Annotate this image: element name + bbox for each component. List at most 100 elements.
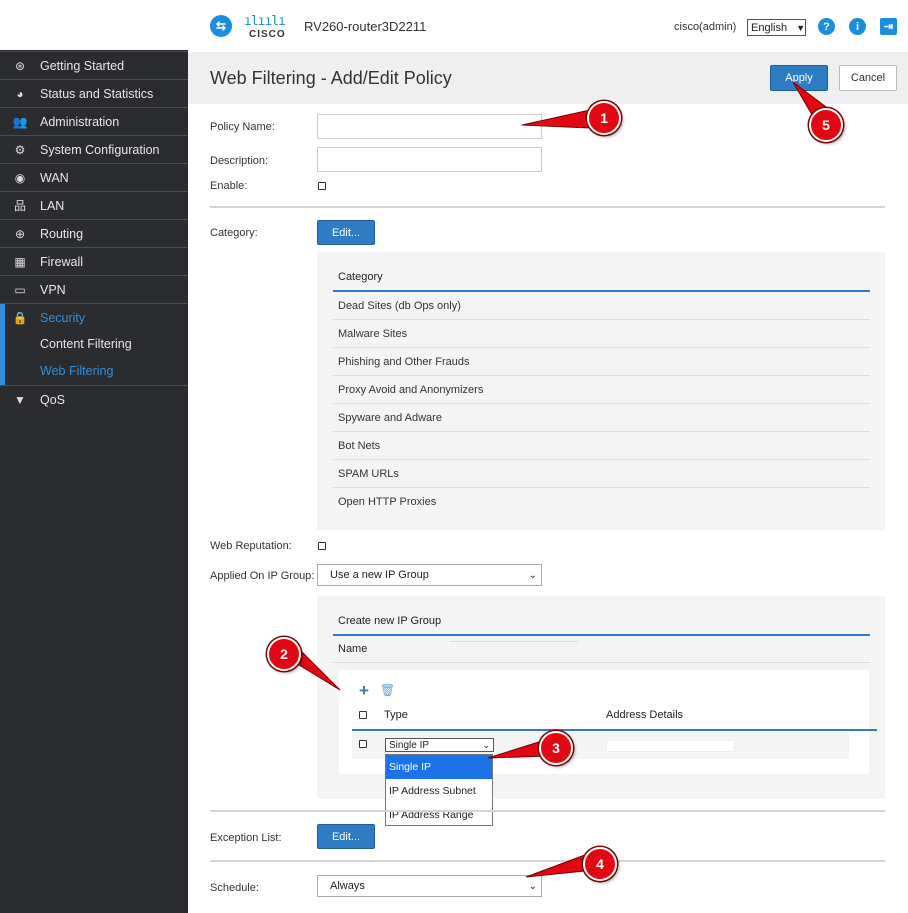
chevron-down-icon: ⌄ bbox=[528, 880, 537, 892]
schedule-value: Always bbox=[330, 880, 365, 892]
sidebar-item-label: Firewall bbox=[40, 254, 84, 269]
type-column-header: Type bbox=[384, 709, 408, 721]
schedule-select[interactable]: Always ⌄ bbox=[317, 875, 542, 897]
category-row: Phishing and Other Frauds bbox=[333, 348, 870, 376]
annotation-badge-5: 5 bbox=[809, 108, 843, 142]
chevron-down-icon: ▼ bbox=[796, 22, 805, 33]
ip-group-header: Create new IP Group bbox=[333, 607, 870, 636]
sidebar-item-label: Security bbox=[40, 310, 86, 325]
cancel-button[interactable]: Cancel bbox=[839, 65, 897, 91]
exception-list-label: Exception List: bbox=[210, 832, 282, 844]
user-label: cisco(admin) bbox=[674, 21, 737, 33]
annotation-badge-3: 3 bbox=[539, 731, 573, 765]
sidebar-item-status[interactable]: ◕ Status and Statistics bbox=[0, 79, 188, 107]
sidebar-top-spacer bbox=[0, 0, 188, 50]
network-icon: 品 bbox=[13, 199, 26, 213]
applied-ip-group-label: Applied On IP Group: bbox=[210, 570, 315, 582]
sidebar-item-system-configuration[interactable]: ⚙ System Configuration bbox=[0, 135, 188, 163]
category-table: Category Dead Sites (db Ops only) Malwar… bbox=[333, 264, 870, 516]
type-value: Single IP bbox=[389, 739, 430, 751]
type-option-range[interactable]: IP Address Range bbox=[386, 803, 492, 827]
sidebar-item-label: QoS bbox=[40, 392, 66, 407]
address-column-header: Address Details bbox=[606, 709, 684, 721]
divider bbox=[210, 860, 885, 862]
sidebar-item-label: System Configuration bbox=[40, 142, 160, 157]
category-edit-button[interactable]: Edit... bbox=[317, 220, 375, 245]
gear-icon: ⚙ bbox=[14, 142, 26, 157]
add-icon[interactable]: + bbox=[359, 681, 369, 701]
annotation-badge-1: 1 bbox=[587, 101, 621, 135]
routing-icon: ⊕ bbox=[14, 226, 26, 241]
page-title: Web Filtering - Add/Edit Policy bbox=[210, 68, 452, 88]
apply-button[interactable]: Apply bbox=[770, 65, 828, 91]
trash-icon[interactable]: 🗑 bbox=[380, 683, 395, 697]
sidebar-item-getting-started[interactable]: ⊛ Getting Started bbox=[0, 51, 188, 79]
type-select[interactable]: Single IP ⌄ bbox=[385, 738, 494, 752]
sidebar-item-label: WAN bbox=[40, 170, 69, 185]
annotation-badge-2: 2 bbox=[267, 637, 301, 671]
enable-label: Enable: bbox=[210, 180, 248, 192]
ip-group-name-row: Name bbox=[333, 636, 870, 663]
sidebar-item-security[interactable]: 🔒 Security bbox=[0, 303, 188, 331]
logout-icon[interactable]: ⇥ bbox=[880, 18, 897, 35]
help-icon[interactable]: ? bbox=[818, 18, 835, 35]
device-name: RV260-router3D2211 bbox=[304, 19, 427, 34]
applied-ip-group-select[interactable]: Use a new IP Group ⌄ bbox=[317, 564, 542, 586]
sidebar-item-vpn[interactable]: ▭ VPN bbox=[0, 275, 188, 303]
sidebar-subitem-label: Web Filtering bbox=[40, 363, 114, 378]
policy-name-label: Policy Name: bbox=[210, 121, 275, 133]
description-label: Description: bbox=[210, 155, 269, 167]
sidebar-item-label: Status and Statistics bbox=[40, 86, 154, 101]
info-icon[interactable]: i bbox=[849, 18, 866, 35]
pie-chart-icon: ◕ bbox=[16, 86, 24, 101]
sidebar-item-label: VPN bbox=[40, 282, 66, 297]
schedule-label: Schedule: bbox=[210, 882, 259, 894]
category-label: Category: bbox=[210, 227, 258, 239]
type-option-subnet[interactable]: IP Address Subnet bbox=[386, 779, 492, 803]
chevron-down-icon: ⌄ bbox=[528, 569, 537, 581]
sidebar-item-firewall[interactable]: ▦ Firewall bbox=[0, 247, 188, 275]
menu-toggle-icon[interactable]: ⇆ bbox=[210, 15, 232, 37]
ip-entry-checkbox[interactable] bbox=[359, 740, 367, 748]
sidebar-item-label: LAN bbox=[40, 198, 65, 213]
select-all-checkbox[interactable] bbox=[359, 711, 367, 719]
language-select[interactable]: English ▼ bbox=[747, 19, 806, 36]
description-input[interactable] bbox=[317, 147, 542, 172]
type-dropdown: Single IP IP Address Subnet IP Address R… bbox=[385, 754, 493, 826]
sidebar-item-label: Routing bbox=[40, 226, 84, 241]
globe-icon: ◉ bbox=[14, 170, 26, 185]
divider bbox=[210, 206, 885, 208]
web-reputation-checkbox[interactable] bbox=[318, 542, 326, 550]
cisco-logo-bars: ılıılı bbox=[244, 14, 286, 29]
web-reputation-label: Web Reputation: bbox=[210, 540, 292, 552]
address-details-input[interactable] bbox=[606, 740, 735, 752]
exception-edit-button[interactable]: Edit... bbox=[317, 824, 375, 849]
sidebar-subitem-label: Content Filtering bbox=[40, 336, 132, 351]
cisco-logo-word: CISCO bbox=[249, 29, 286, 40]
sidebar-item-wan[interactable]: ◉ WAN bbox=[0, 163, 188, 191]
sidebar-item-lan[interactable]: 品 LAN bbox=[0, 191, 188, 219]
enable-checkbox[interactable] bbox=[318, 182, 326, 190]
policy-name-input[interactable] bbox=[317, 114, 542, 139]
category-row: Spyware and Adware bbox=[333, 404, 870, 432]
sidebar-item-administration[interactable]: 👥 Administration bbox=[0, 107, 188, 135]
type-option-single-ip[interactable]: Single IP bbox=[386, 755, 492, 779]
lock-icon: 🔒 bbox=[12, 310, 28, 325]
sidebar-subitem-content-filtering[interactable]: Content Filtering bbox=[0, 330, 188, 357]
monitor-icon: ▭ bbox=[14, 282, 26, 297]
annotation-badge-4: 4 bbox=[583, 847, 617, 881]
ip-group-name-input[interactable] bbox=[450, 641, 578, 644]
getting-started-icon: ⊛ bbox=[14, 58, 26, 73]
category-row: Bot Nets bbox=[333, 432, 870, 460]
users-icon: 👥 bbox=[12, 114, 28, 129]
ip-group-name-label: Name bbox=[338, 643, 368, 655]
divider bbox=[210, 810, 885, 812]
sidebar-item-routing[interactable]: ⊕ Routing bbox=[0, 219, 188, 247]
category-table-header: Category bbox=[333, 264, 870, 292]
category-row: Dead Sites (db Ops only) bbox=[333, 292, 870, 320]
firewall-icon: ▦ bbox=[14, 254, 26, 269]
sidebar-subitem-web-filtering[interactable]: Web Filtering bbox=[0, 357, 188, 384]
sidebar-item-qos[interactable]: ▼ QoS bbox=[0, 385, 188, 413]
chevron-down-icon: ⌄ bbox=[482, 739, 490, 750]
language-value: English bbox=[751, 21, 788, 34]
